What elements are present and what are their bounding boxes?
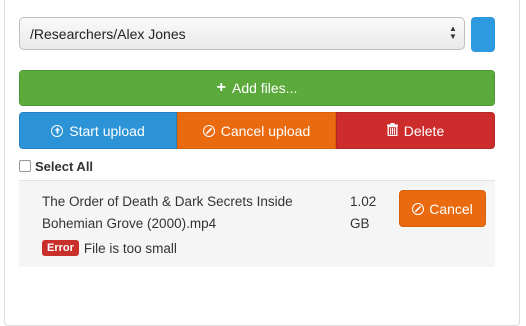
delete-button[interactable]: Delete <box>336 112 495 149</box>
cancel-upload-button[interactable]: Cancel upload <box>177 112 336 149</box>
select-all[interactable]: Select All <box>19 157 93 175</box>
file-cancel-button[interactable]: Cancel <box>399 190 486 227</box>
start-upload-label: Start upload <box>69 122 145 139</box>
file-size: 1.02 GB <box>350 191 390 235</box>
ban-icon <box>202 124 215 137</box>
select-arrows-icon: ▲ ▼ <box>449 24 457 41</box>
file-name-line1: The Order of Death & Dark Secrets Inside <box>42 194 293 209</box>
add-files-button[interactable]: + Add files... <box>19 70 495 106</box>
start-upload-button[interactable]: Start upload <box>19 112 177 149</box>
error-badge: Error <box>42 240 79 256</box>
cancel-upload-label: Cancel upload <box>220 122 311 139</box>
file-name: The Order of Death & Dark Secrets Inside… <box>42 191 342 235</box>
file-size-value: 1.02 <box>350 194 377 209</box>
upload-circle-icon <box>51 124 64 137</box>
file-error: Error File is too small <box>42 240 177 256</box>
file-cancel-label: Cancel <box>429 200 473 217</box>
select-all-checkbox[interactable] <box>19 160 31 172</box>
list-item: The Order of Death & Dark Secrets Inside… <box>19 180 495 267</box>
delete-label: Delete <box>403 122 445 139</box>
trash-icon <box>386 122 398 139</box>
folder-select[interactable]: /Researchers/Alex Jones ▲ ▼ <box>19 17 465 50</box>
folder-select-row: /Researchers/Alex Jones ▲ ▼ <box>19 17 495 52</box>
select-all-label: Select All <box>35 158 94 174</box>
error-message: File is too small <box>83 240 177 256</box>
file-name-line2: Bohemian Grove (2000).mp4 <box>42 216 217 231</box>
add-files-label: Add files... <box>231 80 298 96</box>
ban-icon <box>412 202 425 215</box>
plus-icon: + <box>216 79 226 96</box>
folder-select-button[interactable] <box>471 17 495 52</box>
folder-select-value: /Researchers/Alex Jones <box>30 26 186 42</box>
file-size-unit: GB <box>350 216 370 231</box>
